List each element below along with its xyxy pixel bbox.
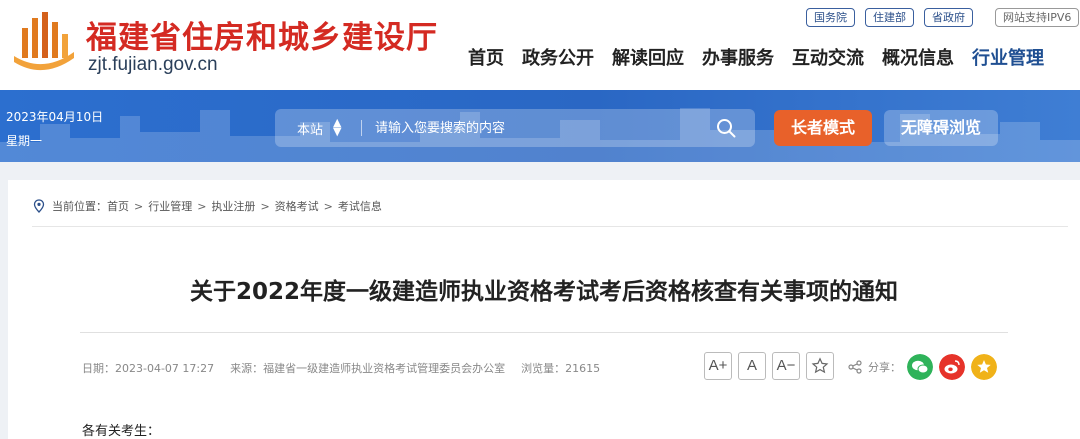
site-name[interactable]: 福建省住房和城乡建设厅 <box>86 12 438 57</box>
weibo-icon[interactable] <box>939 354 965 380</box>
article-greeting: 各有关考生： <box>82 424 161 439</box>
nav-interaction[interactable]: 互动交流 <box>792 44 864 70</box>
breadcrumb-home[interactable]: 首页 <box>107 198 129 214</box>
article-title: 关于2022年度一级建造师执业资格考试考后资格核查有关事项的通知 <box>189 279 898 305</box>
share-bar: 分享： <box>848 354 997 380</box>
breadcrumb-registration[interactable]: 执业注册 <box>211 198 255 214</box>
main-nav: 首页 政务公开 解读回应 办事服务 互动交流 概况信息 行业管理 <box>468 44 1044 70</box>
ipv6-badge: 网站支持IPV6 <box>995 8 1080 27</box>
site-header: 福建省住房和城乡建设厅 zjt.fujian.gov.cn 国务院 住建部 省政… <box>0 0 1080 90</box>
font-default-button[interactable]: A <box>738 352 766 380</box>
nav-overview[interactable]: 概况信息 <box>882 44 954 70</box>
search-bar: 本站 ▲ ▼ <box>275 109 755 147</box>
share-icon <box>848 360 862 374</box>
site-domain: zjt.fujian.gov.cn <box>88 54 218 75</box>
article-source: 来源：福建省一级建造师执业资格考试管理委员会办公室 <box>230 362 506 375</box>
share-label: 分享： <box>868 361 901 374</box>
nav-industry[interactable]: 行业管理 <box>972 44 1044 70</box>
article-meta: 日期：2023-04-07 17:27 来源：福建省一级建造师执业资格考试管理委… <box>82 360 600 376</box>
search-icon[interactable] <box>715 117 737 139</box>
divider <box>80 332 1008 333</box>
scope-toggle-icon[interactable]: ▲ ▼ <box>333 117 341 137</box>
logo-icon[interactable] <box>8 8 78 74</box>
elder-mode-button[interactable]: 长者模式 <box>774 110 872 146</box>
nav-services[interactable]: 办事服务 <box>702 44 774 70</box>
location-pin-icon <box>33 199 45 213</box>
breadcrumb-exam-info[interactable]: 考试信息 <box>338 198 382 214</box>
font-decrease-button[interactable]: A− <box>772 352 800 380</box>
font-increase-button[interactable]: A+ <box>704 352 732 380</box>
wechat-icon[interactable] <box>907 354 933 380</box>
link-state-council[interactable]: 国务院 <box>806 8 855 27</box>
breadcrumb-separator: > <box>197 199 207 213</box>
accessibility-button[interactable]: 无障碍浏览 <box>884 110 998 146</box>
favorite-star-button[interactable] <box>806 352 834 380</box>
current-weekday: 星期一 <box>6 134 43 148</box>
top-links: 国务院 住建部 省政府 网站支持IPV6 <box>806 8 1080 27</box>
content-card: 当前位置： 首页 > 行业管理 > 执业注册 > 资格考试 > 考试信息 关于2… <box>8 180 1080 439</box>
nav-open-gov[interactable]: 政务公开 <box>522 44 594 70</box>
nav-home[interactable]: 首页 <box>468 44 504 70</box>
star-icon <box>811 357 829 374</box>
search-scope-select[interactable]: 本站 <box>297 119 323 138</box>
breadcrumb-separator: > <box>260 199 270 213</box>
favorite-icon[interactable] <box>971 354 997 380</box>
breadcrumb-exam[interactable]: 资格考试 <box>275 198 319 214</box>
search-input[interactable] <box>375 118 695 138</box>
breadcrumb-prefix: 当前位置： <box>52 200 107 213</box>
current-date: 2023年04月10日 <box>6 110 104 124</box>
nav-interpretation[interactable]: 解读回应 <box>612 44 684 70</box>
breadcrumb-separator: > <box>134 199 144 213</box>
link-mohurd[interactable]: 住建部 <box>865 8 914 27</box>
publish-date: 日期：2023-04-07 17:27 <box>82 362 215 375</box>
breadcrumb: 当前位置： 首页 > 行业管理 > 执业注册 > 资格考试 > 考试信息 <box>32 198 382 214</box>
link-provincial-gov[interactable]: 省政府 <box>924 8 973 27</box>
breadcrumb-separator: > <box>323 199 333 213</box>
search-divider <box>361 120 362 136</box>
view-count: 浏览量：21615 <box>521 362 601 375</box>
divider <box>32 226 1068 227</box>
font-tools: A+ A A− <box>704 352 834 380</box>
breadcrumb-industry[interactable]: 行业管理 <box>148 198 192 214</box>
